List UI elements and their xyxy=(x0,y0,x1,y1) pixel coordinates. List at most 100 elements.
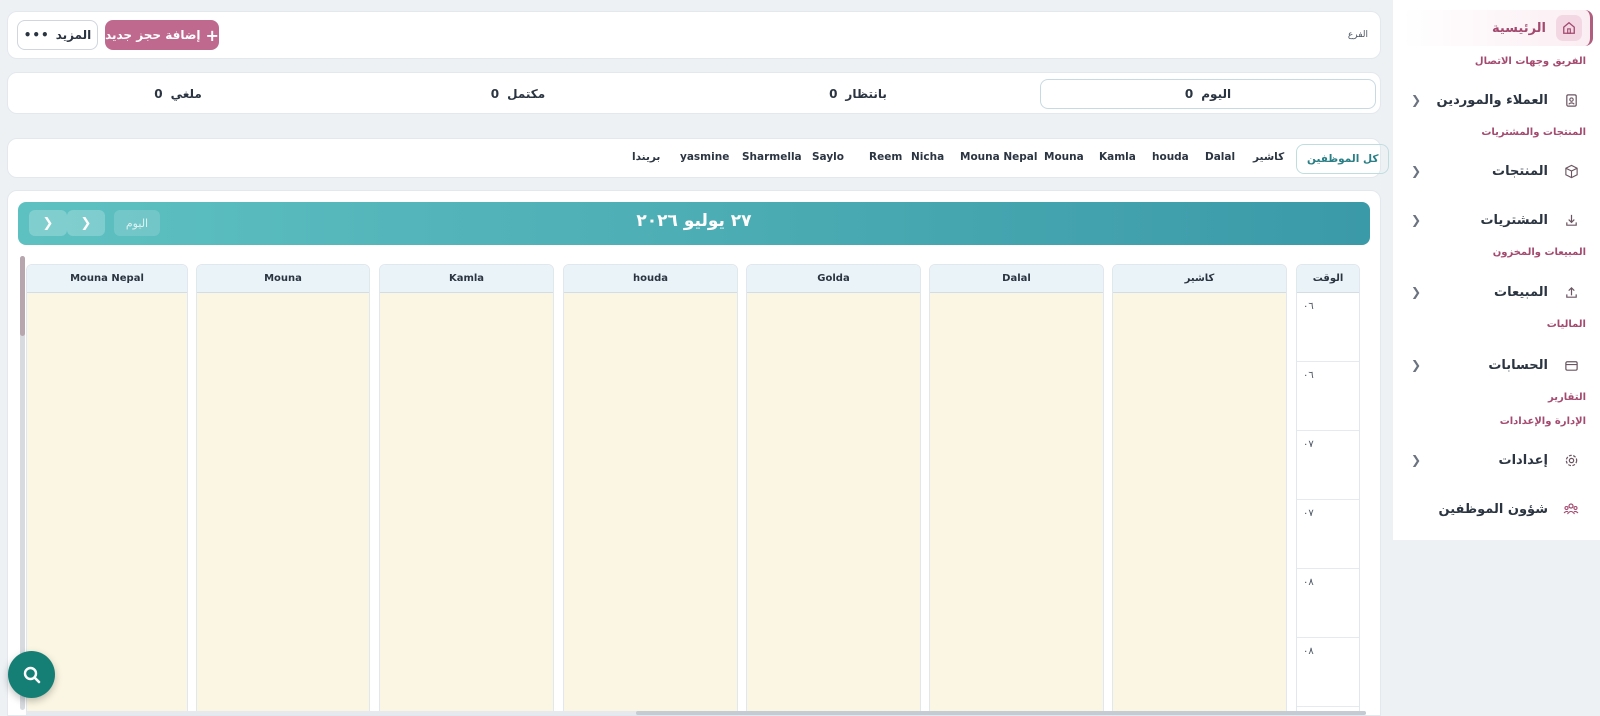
time-slot[interactable]: ٠٧ xyxy=(1297,431,1359,500)
calendar-date-title: ٢٧ يوليو ٢٠٢٦ xyxy=(636,211,752,231)
staff-column: Dalal xyxy=(929,264,1104,716)
sidebar-item-label: إعدادات xyxy=(1498,452,1549,468)
tab-employee[interactable]: Nicha xyxy=(911,151,944,163)
column-header: houda xyxy=(564,265,737,293)
horizontal-scrollbar[interactable] xyxy=(26,711,1366,715)
tab-employee[interactable]: Dalal xyxy=(1205,151,1235,163)
time-slot[interactable]: ٠٦ xyxy=(1297,293,1359,362)
chevron-left-icon: ❮ xyxy=(1411,93,1422,107)
tab-employee[interactable]: Reem xyxy=(869,151,902,163)
time-column-header: الوقت xyxy=(1297,265,1359,293)
employee-tabs: كل الموظفين كاشير Dalal houda Kamla Moun… xyxy=(7,138,1390,178)
column-header: Mouna Nepal xyxy=(27,265,187,293)
search-button[interactable] xyxy=(8,651,55,698)
tab-employee[interactable]: Saylo xyxy=(812,151,844,163)
sidebar-item-label: الحسابات xyxy=(1488,357,1548,373)
tab-employee[interactable]: Mouna Nepal xyxy=(960,151,1037,163)
contacts-icon xyxy=(1558,87,1584,113)
staff-column: Mouna xyxy=(196,264,370,716)
more-label: المزيد xyxy=(55,28,92,42)
sidebar-item-label: المنتجات xyxy=(1492,163,1548,179)
stat-label: بانتظار xyxy=(845,87,887,101)
box-icon xyxy=(1558,158,1584,184)
branch-label: الفرع xyxy=(1347,30,1368,40)
chevron-left-icon: ❮ xyxy=(1411,164,1422,178)
sidebar-item-hr[interactable]: شؤون الموظفين xyxy=(1401,491,1592,527)
gear-icon xyxy=(1558,447,1584,473)
home-icon xyxy=(1556,15,1582,41)
stat-label: مكتمل xyxy=(507,87,546,101)
column-header: Mouna xyxy=(197,265,369,293)
sidebar-item-products[interactable]: المنتجات ❮ xyxy=(1401,153,1592,189)
stats-bar: اليوم 0 بانتظار 0 مكتمل 0 ملغي 0 xyxy=(7,72,1381,114)
tab-employee[interactable]: بريندا xyxy=(632,151,660,163)
stat-cancelled[interactable]: ملغي 0 xyxy=(28,79,328,109)
sidebar-item-home[interactable]: الرئيسية xyxy=(1403,10,1593,46)
section-products: المنتجات والمشتريات xyxy=(1481,127,1586,138)
sidebar-item-purchases[interactable]: المشتريات ❮ xyxy=(1401,202,1592,238)
prev-day-button[interactable]: ❯ xyxy=(67,210,105,236)
stat-label: اليوم xyxy=(1201,87,1232,101)
sidebar-item-settings[interactable]: إعدادات ❮ xyxy=(1401,442,1592,478)
chevron-left-icon: ❮ xyxy=(1411,213,1422,227)
time-slot[interactable]: ٠٨ xyxy=(1297,569,1359,638)
staff-column: Golda xyxy=(746,264,921,716)
chevron-left-icon: ❮ xyxy=(1411,358,1422,372)
tab-all-employees[interactable]: كل الموظفين xyxy=(1296,144,1390,174)
add-booking-button[interactable]: + إضافة حجز جديد xyxy=(105,20,219,50)
tab-employee[interactable]: houda xyxy=(1152,151,1189,163)
tab-employee[interactable]: Kamla xyxy=(1099,151,1136,163)
stat-label: ملغي xyxy=(170,87,202,101)
sidebar-item-label: المبيعات xyxy=(1494,284,1548,300)
time-slot[interactable]: ٠٧ xyxy=(1297,500,1359,569)
sidebar-item-customers[interactable]: العملاء والموردين ❮ xyxy=(1401,82,1592,118)
stat-waiting[interactable]: بانتظار 0 xyxy=(708,79,1008,109)
download-icon xyxy=(1558,207,1584,233)
tab-employee[interactable]: كاشير xyxy=(1253,151,1284,163)
sidebar-item-accounts[interactable]: الحسابات ❮ xyxy=(1401,347,1592,383)
staff-column: Mouna Nepal xyxy=(26,264,188,716)
users-icon xyxy=(1558,496,1584,522)
stat-value: 0 xyxy=(1184,87,1194,101)
vertical-scrollbar[interactable] xyxy=(20,256,25,710)
time-slot[interactable]: ٠٨ xyxy=(1297,638,1359,707)
column-header: Dalal xyxy=(930,265,1103,293)
section-finance: الماليات xyxy=(1546,319,1586,330)
column-header: Kamla xyxy=(380,265,553,293)
plus-icon: + xyxy=(205,25,219,45)
upload-icon xyxy=(1558,279,1584,305)
section-reports: التقارير xyxy=(1548,392,1586,403)
column-header: Golda xyxy=(747,265,920,293)
section-team: الفريق وجهات الاتصال xyxy=(1474,56,1586,67)
time-column: الوقت ٠٦ ٠٦ ٠٧ ٠٧ ٠٨ ٠٨ xyxy=(1296,264,1360,716)
stat-completed[interactable]: مكتمل 0 xyxy=(368,79,668,109)
stat-value: 0 xyxy=(490,87,500,101)
stat-today[interactable]: اليوم 0 xyxy=(1040,79,1376,109)
chevron-right-icon: ❯ xyxy=(42,215,54,231)
chevron-right-icon: ❯ xyxy=(80,215,92,231)
tab-employee[interactable]: yasmine xyxy=(680,151,729,163)
column-header: كاشير xyxy=(1113,265,1286,293)
next-day-button[interactable]: ❯ xyxy=(29,210,67,236)
sidebar-item-label: العملاء والموردين xyxy=(1436,92,1548,108)
chevron-left-icon: ❮ xyxy=(1411,285,1422,299)
sidebar-item-label: الرئيسية xyxy=(1491,20,1546,36)
add-booking-label: إضافة حجز جديد xyxy=(105,28,201,42)
more-button[interactable]: المزيد ••• xyxy=(17,20,98,50)
staff-column: houda xyxy=(563,264,738,716)
tab-employee[interactable]: Sharmella xyxy=(742,151,802,163)
stat-value: 0 xyxy=(829,87,838,101)
sidebar-item-label: المشتريات xyxy=(1480,212,1548,228)
toolbar: المزيد ••• + إضافة حجز جديد الفرع xyxy=(7,11,1381,59)
today-button[interactable]: اليوم xyxy=(114,210,160,236)
time-slot[interactable]: ٠٦ xyxy=(1297,362,1359,431)
wallet-icon xyxy=(1558,352,1584,378)
sidebar: الرئيسية الفريق وجهات الاتصال العملاء وا… xyxy=(1393,0,1600,540)
staff-column: كاشير xyxy=(1112,264,1287,716)
section-sales: المبيعات والمخزون xyxy=(1492,247,1586,258)
calendar-header: ٢٧ يوليو ٢٠٢٦ ❯ ❯ اليوم xyxy=(18,202,1370,245)
chevron-left-icon: ❮ xyxy=(1411,453,1422,467)
sidebar-item-sales[interactable]: المبيعات ❮ xyxy=(1401,274,1592,310)
section-admin: الإدارة والإعدادات xyxy=(1499,416,1586,427)
tab-employee[interactable]: Mouna xyxy=(1044,151,1084,163)
